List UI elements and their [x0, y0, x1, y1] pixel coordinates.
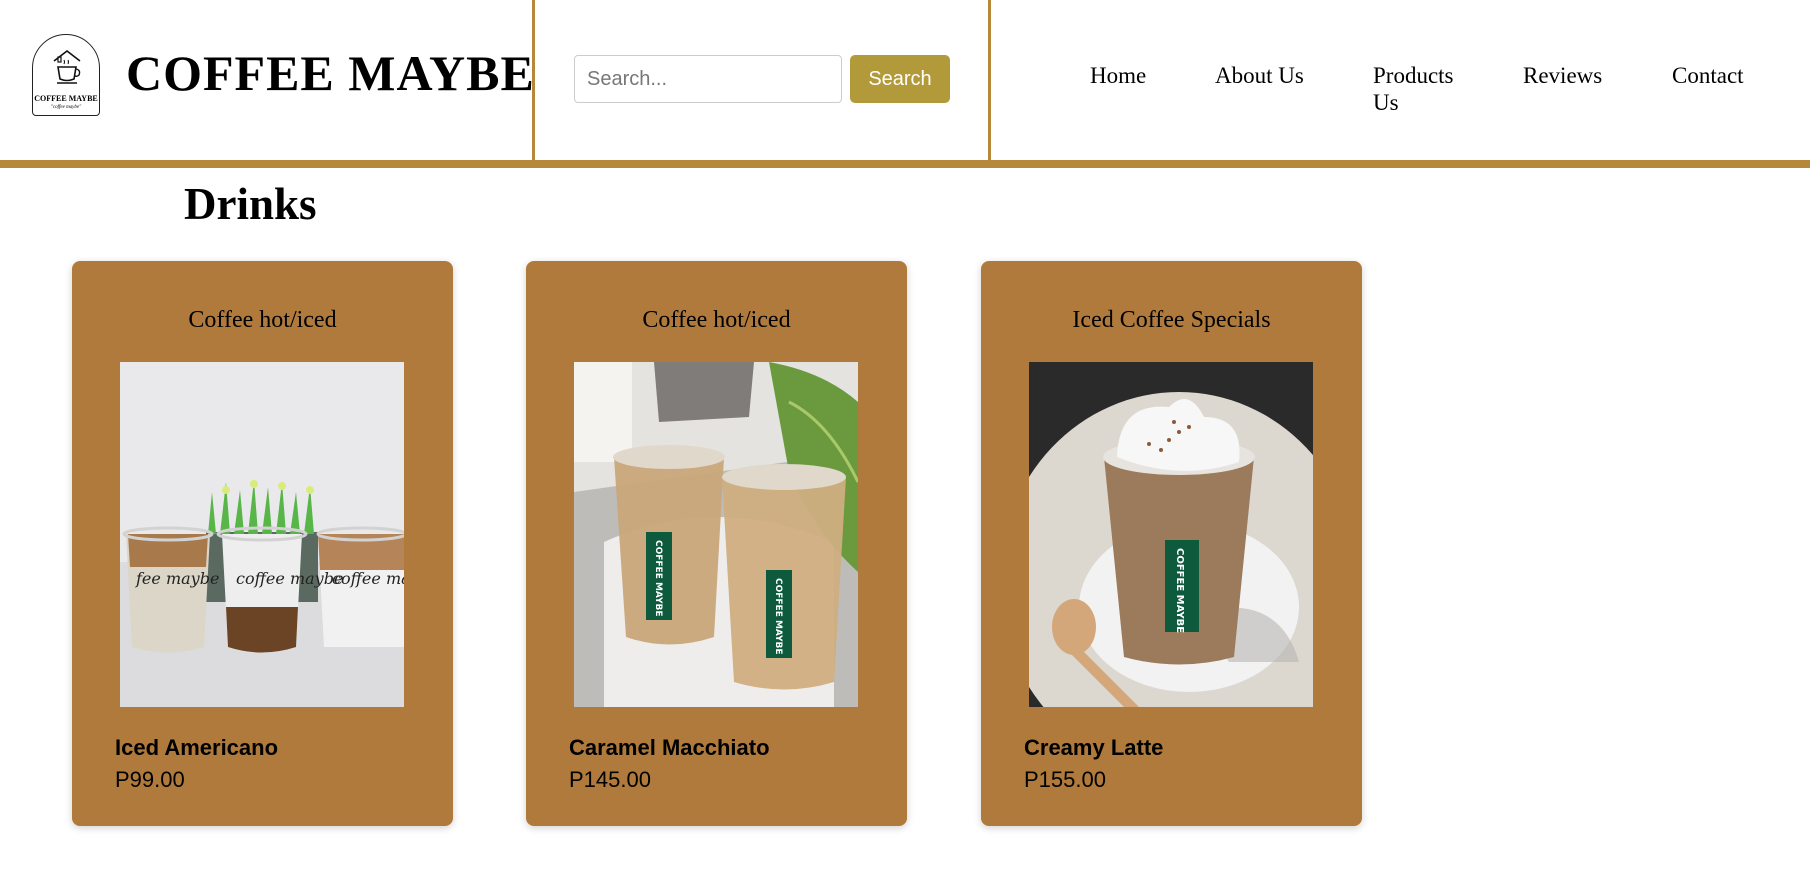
- svg-text:COFFEE MAYBE: COFFEE MAYBE: [653, 540, 663, 617]
- creamy-latte-photo[interactable]: COFFEE MAYBE: [1029, 362, 1313, 707]
- search-button[interactable]: Search: [850, 55, 950, 103]
- product-price: P155.00: [1024, 767, 1106, 792]
- product-category: Iced Coffee Specials: [1072, 307, 1271, 333]
- product-category: Coffee hot/iced: [642, 307, 791, 333]
- product-card[interactable]: Coffee hot/iced fee maybe coffee maybe cof…: [72, 261, 453, 826]
- logo-text: COFFEE MAYBE: [34, 94, 98, 103]
- caramel-macchiato-photo[interactable]: COFFEE MAYBE COFFEE MAYBE: [574, 362, 858, 707]
- header-divider: [988, 0, 991, 160]
- search-input[interactable]: [574, 55, 842, 103]
- svg-text:COFFEE MAYBE: COFFEE MAYBE: [1174, 548, 1185, 633]
- svg-text:coffee maybe: coffee maybe: [332, 569, 404, 588]
- logo[interactable]: COFFEE MAYBE "coffee maybe": [32, 34, 100, 116]
- product-card[interactable]: Iced Coffee Specials COFFEE MAYBE Creamy…: [981, 261, 1362, 826]
- site-header: COFFEE MAYBE "coffee maybe" COFFEE MAYBE…: [0, 0, 1810, 168]
- nav-products-us[interactable]: Products Us: [1373, 62, 1468, 116]
- product-name: Caramel Macchiato: [569, 735, 770, 760]
- brand-title: COFFEE MAYBE: [126, 45, 535, 101]
- header-divider: [532, 0, 535, 160]
- product-card[interactable]: Coffee hot/iced COFFEE MAYBE COFFEE MAYB…: [526, 261, 907, 826]
- nav-about-us[interactable]: About Us: [1215, 62, 1304, 89]
- svg-text:fee maybe: fee maybe: [135, 569, 219, 588]
- nav-home[interactable]: Home: [1090, 62, 1146, 89]
- svg-text:COFFEE MAYBE: COFFEE MAYBE: [773, 578, 783, 655]
- iced-americano-photo[interactable]: fee maybe coffee maybecoffee maybe: [120, 362, 404, 707]
- product-name: Creamy Latte: [1024, 735, 1164, 760]
- svg-text:coffee maybe: coffee maybe: [236, 569, 343, 588]
- nav-contact[interactable]: Contact: [1672, 62, 1744, 89]
- product-name: Iced Americano: [115, 735, 279, 760]
- coffee-house-icon: [53, 49, 81, 84]
- product-price: P145.00: [569, 767, 651, 792]
- product-category: Coffee hot/iced: [188, 307, 337, 333]
- nav-reviews[interactable]: Reviews: [1523, 62, 1602, 89]
- section-title: Drinks: [184, 179, 317, 229]
- product-price: P99.00: [115, 767, 185, 792]
- logo-subtext: "coffee maybe": [50, 105, 82, 110]
